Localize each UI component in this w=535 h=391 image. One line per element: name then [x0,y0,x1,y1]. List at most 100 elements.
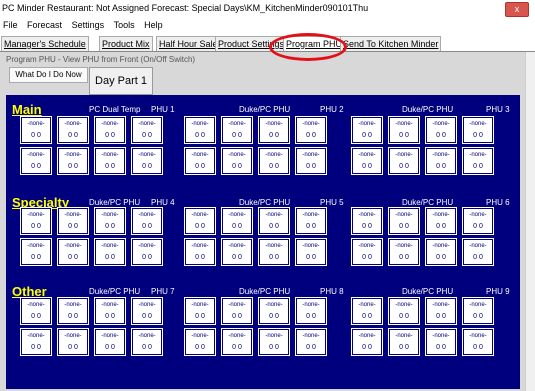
phu-slot[interactable]: -none- 0 0 [388,238,420,266]
phu-slot[interactable]: -none- 0 0 [57,147,89,175]
phu-slot[interactable]: -none- 0 0 [221,238,253,266]
phu-slot[interactable]: -none- 0 0 [184,116,216,144]
phu-slot[interactable]: -none- 0 0 [221,297,253,325]
phu-slot[interactable]: -none- 0 0 [221,328,253,356]
phu-slot[interactable]: -none- 0 0 [131,328,163,356]
slot-product: -none- [297,209,325,221]
phu-slot[interactable]: -none- 0 0 [388,207,420,235]
phu-slot[interactable]: -none- 0 0 [295,297,327,325]
slot-count: 0 0 [353,161,381,173]
phu-slot[interactable]: -none- 0 0 [425,238,457,266]
phu-slot[interactable]: -none- 0 0 [462,147,494,175]
phu-slot[interactable]: -none- 0 0 [20,328,52,356]
phu-slot[interactable]: -none- 0 0 [184,297,216,325]
slot-count: 0 0 [223,221,251,233]
phu-slot[interactable]: -none- 0 0 [258,147,290,175]
phu-slot[interactable]: -none- 0 0 [258,238,290,266]
phu-slot[interactable]: -none- 0 0 [131,297,163,325]
phu-slot[interactable]: -none- 0 0 [57,297,89,325]
phu-slot[interactable]: -none- 0 0 [295,238,327,266]
phu-slot[interactable]: -none- 0 0 [57,207,89,235]
phu-slot[interactable]: -none- 0 0 [462,207,494,235]
phu-slot[interactable]: -none- 0 0 [462,116,494,144]
phu-slot[interactable]: -none- 0 0 [131,238,163,266]
phu-slot[interactable]: -none- 0 0 [295,328,327,356]
phu-slot[interactable]: -none- 0 0 [94,238,126,266]
phu-slot[interactable]: -none- 0 0 [295,116,327,144]
phu-slot[interactable]: -none- 0 0 [57,328,89,356]
slot-product: -none- [59,149,87,161]
phu-slot[interactable]: -none- 0 0 [425,297,457,325]
phu-slot[interactable]: -none- 0 0 [425,116,457,144]
phu-slot[interactable]: -none- 0 0 [20,207,52,235]
phu-slot[interactable]: -none- 0 0 [258,116,290,144]
phu-slot[interactable]: -none- 0 0 [94,207,126,235]
phu-slot[interactable]: -none- 0 0 [94,328,126,356]
phu-slot[interactable]: -none- 0 0 [462,297,494,325]
phu-slot[interactable]: -none- 0 0 [184,147,216,175]
menu-tools[interactable]: Tools [114,20,135,30]
phu-slot[interactable]: -none- 0 0 [425,147,457,175]
phu-slot[interactable]: -none- 0 0 [221,207,253,235]
phu-slot[interactable]: -none- 0 0 [258,207,290,235]
slot-product: -none- [59,240,87,252]
phu-slot[interactable]: -none- 0 0 [425,207,457,235]
slot-product: -none- [22,149,50,161]
phu-slot[interactable]: -none- 0 0 [94,116,126,144]
phu-slot[interactable]: -none- 0 0 [221,116,253,144]
phu-slot[interactable]: -none- 0 0 [94,297,126,325]
phu-slot[interactable]: -none- 0 0 [388,297,420,325]
phu-slot[interactable]: -none- 0 0 [258,297,290,325]
phu-slot[interactable]: -none- 0 0 [184,207,216,235]
phu-slot[interactable]: -none- 0 0 [221,147,253,175]
phu-slot[interactable]: -none- 0 0 [425,328,457,356]
phu-slot[interactable]: -none- 0 0 [57,238,89,266]
what-do-i-do-now-button[interactable]: What Do I Do Now [9,67,88,83]
menu-file[interactable]: File [3,20,18,30]
phu-slot[interactable]: -none- 0 0 [184,328,216,356]
phu-slot[interactable]: -none- 0 0 [131,207,163,235]
menu-settings[interactable]: Settings [72,20,105,30]
window-title: PC Minder Restaurant: Not Assigned Forec… [2,3,369,13]
phu-slot[interactable]: -none- 0 0 [388,328,420,356]
slot-product: -none- [133,240,161,252]
menu-help[interactable]: Help [144,20,163,30]
slot-product: -none- [22,240,50,252]
slot-count: 0 0 [390,252,418,264]
phu-slot[interactable]: -none- 0 0 [94,147,126,175]
phu-slot[interactable]: -none- 0 0 [258,328,290,356]
slot-product: -none- [186,240,214,252]
phu-slot[interactable]: -none- 0 0 [20,147,52,175]
phu-slot[interactable]: -none- 0 0 [388,116,420,144]
tab-product-mix[interactable]: Product Mix [99,36,153,51]
scrollbar[interactable] [525,52,535,391]
phu-slot[interactable]: -none- 0 0 [351,116,383,144]
tab-managers-schedule[interactable]: Manager's Schedule [1,36,89,51]
phu-slot[interactable]: -none- 0 0 [295,147,327,175]
close-button[interactable]: x [505,2,529,17]
phu-slot[interactable]: -none- 0 0 [20,116,52,144]
phu-slot[interactable]: -none- 0 0 [351,328,383,356]
phu-slot[interactable]: -none- 0 0 [20,238,52,266]
phu-slot[interactable]: -none- 0 0 [57,116,89,144]
phu-slot[interactable]: -none- 0 0 [131,116,163,144]
phu-slot[interactable]: -none- 0 0 [131,147,163,175]
phu-slot[interactable]: -none- 0 0 [351,238,383,266]
phu-slot[interactable]: -none- 0 0 [351,297,383,325]
phu-slot[interactable]: -none- 0 0 [462,328,494,356]
menu-bar: File Forecast Settings Tools Help [0,18,535,33]
slot-product: -none- [427,330,455,342]
slot-count: 0 0 [464,221,492,233]
phu-slot[interactable]: -none- 0 0 [351,147,383,175]
phu-slot[interactable]: -none- 0 0 [351,207,383,235]
phu-slot[interactable]: -none- 0 0 [388,147,420,175]
tab-send-to-kitchen-minder[interactable]: Send To Kitchen Minder [340,36,442,51]
phu-slot[interactable]: -none- 0 0 [462,238,494,266]
phu-slot[interactable]: -none- 0 0 [184,238,216,266]
slot-count: 0 0 [427,161,455,173]
day-part-button[interactable]: Day Part 1 [89,67,153,95]
menu-forecast[interactable]: Forecast [27,20,62,30]
phu-slot[interactable]: -none- 0 0 [295,207,327,235]
slot-count: 0 0 [223,342,251,354]
phu-slot[interactable]: -none- 0 0 [20,297,52,325]
